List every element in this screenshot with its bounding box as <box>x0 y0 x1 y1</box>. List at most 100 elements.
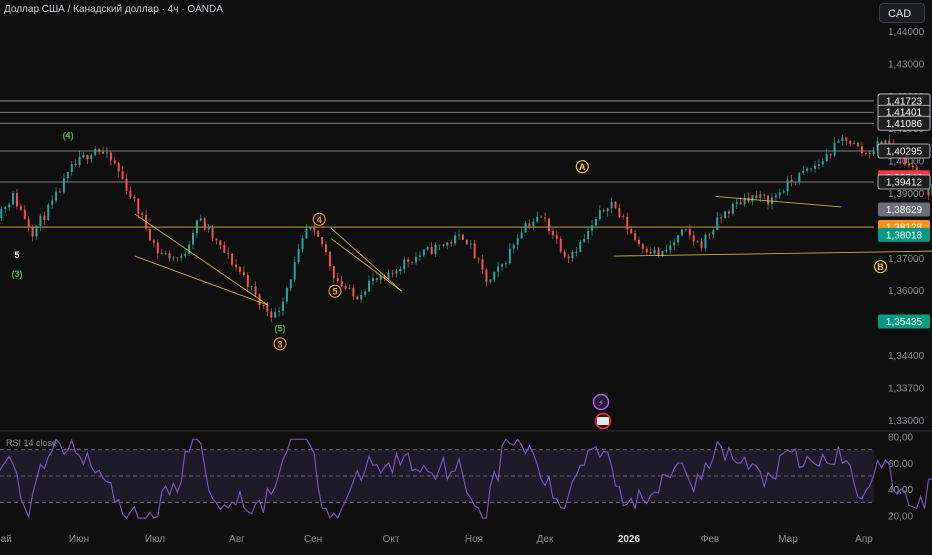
candle-body <box>767 195 770 204</box>
candle-body <box>364 291 367 295</box>
wave-label: 5 <box>15 250 20 260</box>
candle-body <box>677 235 680 243</box>
candle-body <box>504 263 507 265</box>
candle-body <box>857 142 860 147</box>
candle-body <box>78 157 81 166</box>
candle-body <box>133 197 136 199</box>
candle-body <box>680 229 683 236</box>
wave-label: A <box>579 162 586 172</box>
candle-body <box>528 223 531 227</box>
candle-body <box>313 227 316 231</box>
candle-body <box>782 191 785 193</box>
candle-body <box>720 217 723 219</box>
candle-body <box>634 233 637 240</box>
candle-body <box>485 269 488 282</box>
candle-body <box>418 255 421 257</box>
price-axis-tag-label: 1,35435 <box>886 317 923 328</box>
candle-body <box>716 217 719 231</box>
candle-body <box>501 264 504 267</box>
candle-body <box>113 160 116 163</box>
candle-body <box>371 278 374 281</box>
candle-body <box>645 248 648 253</box>
candle-body <box>109 152 112 161</box>
candle-body <box>47 204 50 221</box>
candle-body <box>199 218 202 221</box>
candle-body <box>375 278 378 280</box>
candle-body <box>794 181 797 183</box>
candle-body <box>184 253 187 257</box>
wave-label: 5 <box>332 287 337 297</box>
candle-body <box>309 227 312 230</box>
price-axis-tag-label: 1,38018 <box>886 230 923 241</box>
rsi-axis-tick-label: 80,00 <box>888 433 913 444</box>
candle-body <box>254 286 257 295</box>
price-axis-tick-label: 1,37000 <box>888 254 925 265</box>
candle-body <box>270 311 273 318</box>
candle-body <box>555 235 558 239</box>
candle-body <box>0 208 3 219</box>
candle-body <box>4 207 7 209</box>
candle-body <box>618 208 621 217</box>
candle-body <box>708 234 711 236</box>
candle-body <box>59 191 62 193</box>
candle-body <box>207 227 210 230</box>
candle-body <box>739 202 742 205</box>
candle-body <box>458 234 461 236</box>
candle-body <box>434 244 437 255</box>
candle-body <box>180 256 183 259</box>
candle-body <box>23 209 26 220</box>
candle-body <box>293 262 296 280</box>
candle-body <box>422 249 425 256</box>
candle-body <box>70 164 73 172</box>
candle-body <box>411 261 414 263</box>
candle-body <box>39 215 42 226</box>
candle-body <box>907 164 910 166</box>
candle-body <box>610 201 613 209</box>
candle-body <box>105 152 108 154</box>
chart-stage[interactable]: 1,440001,430001,420001,410001,400001,390… <box>0 0 932 550</box>
candle-body <box>606 208 609 212</box>
candle-body <box>8 204 11 208</box>
candle-body <box>853 142 856 144</box>
candle-body <box>340 281 343 286</box>
candle-body <box>469 243 472 245</box>
time-axis-tick-label: Апр <box>855 534 873 545</box>
candle-body <box>399 268 402 272</box>
time-axis-tick-label: Авг <box>229 534 245 545</box>
candle-body <box>512 244 515 249</box>
candle-body <box>352 287 355 297</box>
candle-body <box>704 234 707 249</box>
candle-body <box>164 253 167 254</box>
candle-body <box>575 251 578 253</box>
candle-body <box>407 259 410 262</box>
candle-body <box>15 193 18 207</box>
wave-label: (5) <box>275 324 286 334</box>
candle-body <box>559 238 562 252</box>
time-axis-tick-label: Мар <box>778 534 798 545</box>
candle-body <box>188 244 191 254</box>
candle-body <box>829 154 832 156</box>
candle-body <box>430 247 433 255</box>
currency-button[interactable]: CAD <box>879 3 925 23</box>
candle-body <box>274 311 277 318</box>
rsi-axis-tick-label: 40,00 <box>888 485 913 496</box>
candle-body <box>368 280 371 292</box>
candle-body <box>317 230 320 238</box>
time-axis-tick-label: 2026 <box>618 534 641 545</box>
candle-body <box>66 171 69 179</box>
candle-body <box>289 279 292 289</box>
candle-body <box>223 245 226 253</box>
candle-body <box>731 203 734 214</box>
candle-body <box>911 165 914 168</box>
time-axis-tick-label: Июн <box>69 534 89 545</box>
candle-body <box>594 219 597 226</box>
candle-body <box>489 279 492 282</box>
candlestick-chart[interactable]: 1,440001,430001,420001,410001,400001,390… <box>0 0 932 550</box>
candle-body <box>778 192 781 196</box>
candle-body <box>117 162 120 172</box>
candle-body <box>465 239 468 245</box>
price-axis-tick-label: 1,33700 <box>888 383 925 394</box>
candle-body <box>673 242 676 246</box>
candle-body <box>692 235 695 242</box>
candle-body <box>888 140 891 144</box>
